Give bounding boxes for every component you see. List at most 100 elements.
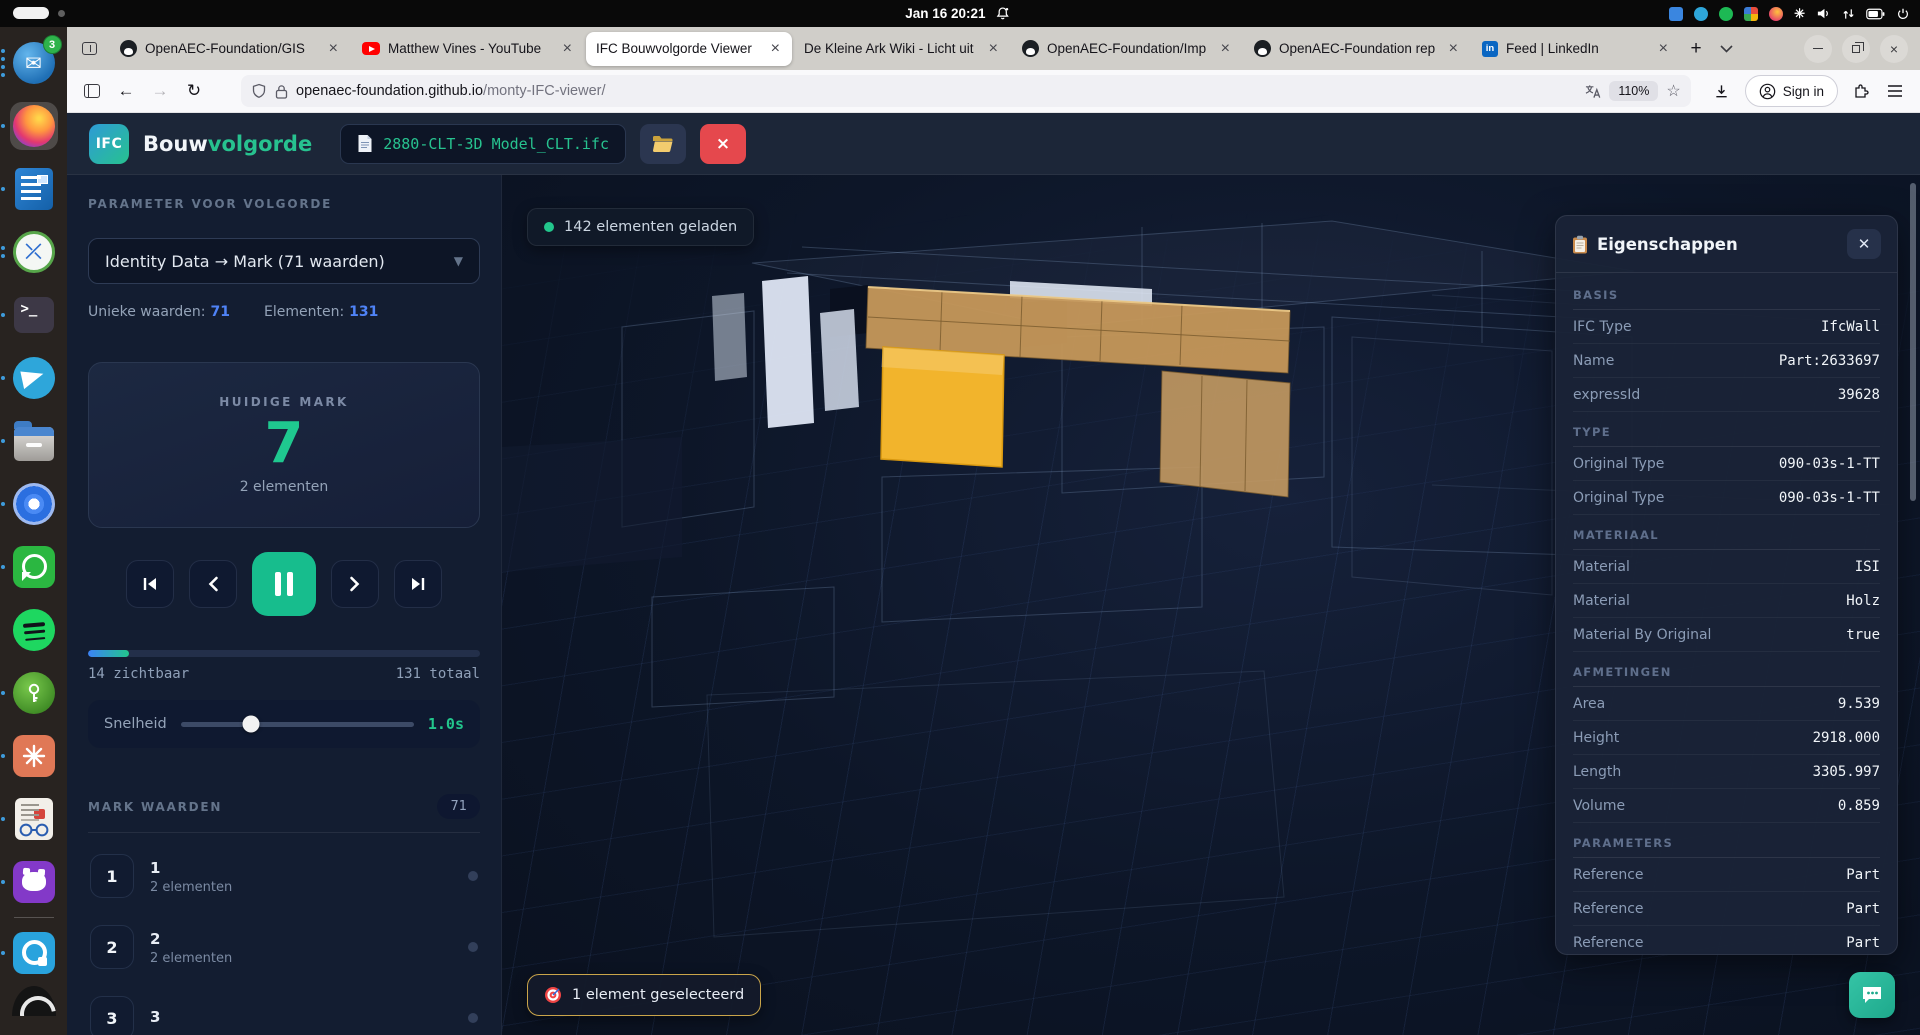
- tab-youtube[interactable]: Matthew Vines - YouTube ×: [352, 32, 584, 66]
- elements-count: Elementen:131: [264, 304, 378, 320]
- system-tray[interactable]: ✳: [1669, 0, 1910, 27]
- page-scrollbar[interactable]: [1910, 183, 1916, 501]
- battery-icon[interactable]: [1866, 8, 1885, 20]
- downloads-button[interactable]: [1705, 75, 1739, 107]
- lock-icon[interactable]: [275, 84, 288, 99]
- mark-item-sub: 2 elementen: [150, 880, 452, 895]
- dock-thunderbird[interactable]: ✉ 3: [10, 39, 58, 87]
- dock-firefox[interactable]: [10, 102, 58, 150]
- selected-element-highlight[interactable]: [881, 347, 1004, 467]
- dock-whatsapp[interactable]: [10, 543, 58, 591]
- tab-close-icon[interactable]: ×: [987, 40, 1000, 58]
- firefox-view-button[interactable]: [73, 34, 105, 64]
- tray-spotify-icon[interactable]: [1719, 7, 1733, 21]
- system-clock[interactable]: Jan 16 20:21: [905, 0, 1010, 27]
- dock-telegram[interactable]: [10, 354, 58, 402]
- tray-grid-icon[interactable]: [1744, 7, 1758, 21]
- tab-linkedin[interactable]: Feed | LinkedIn ×: [1472, 32, 1680, 66]
- chat-widget-button[interactable]: [1849, 972, 1895, 1018]
- sidebar-toggle-button[interactable]: [75, 75, 109, 107]
- mark-list-item-1[interactable]: 1 12 elementen: [88, 848, 480, 904]
- forward-button[interactable]: →: [143, 75, 177, 107]
- parameter-dropdown[interactable]: Identity Data → Mark (71 waarden) ▼: [88, 238, 480, 284]
- mark-list-item-2[interactable]: 2 22 elementen: [88, 919, 480, 975]
- translate-icon[interactable]: [1584, 84, 1601, 99]
- close-file-button[interactable]: ×: [700, 124, 746, 164]
- playback-controls: [88, 552, 480, 616]
- dock-keepassxc[interactable]: [10, 669, 58, 717]
- tab-ifc-viewer-active[interactable]: IFC Bouwvolgorde Viewer ×: [586, 32, 792, 66]
- properties-close-button[interactable]: ✕: [1847, 229, 1881, 259]
- pause-icon: [275, 572, 293, 596]
- tab-close-icon[interactable]: ×: [327, 40, 340, 58]
- bookmark-star-icon[interactable]: ☆: [1666, 81, 1680, 101]
- activities-indicator[interactable]: [13, 7, 65, 19]
- network-arrows-icon[interactable]: [1842, 7, 1855, 21]
- sign-in-button[interactable]: Sign in: [1745, 75, 1838, 107]
- tab-close-icon[interactable]: ×: [1447, 40, 1460, 58]
- skip-to-end-button[interactable]: [394, 560, 442, 608]
- chat-bubble-icon: [1860, 983, 1884, 1007]
- property-row: Volume0.859: [1573, 789, 1880, 823]
- tab-close-icon[interactable]: ×: [769, 40, 782, 58]
- url-text[interactable]: openaec-foundation.github.io/monty-IFC-v…: [296, 83, 1576, 99]
- tab-close-icon[interactable]: ×: [1657, 40, 1670, 58]
- menu-button[interactable]: [1878, 75, 1912, 107]
- section-title: TYPE: [1573, 425, 1880, 447]
- workspace-dot: [58, 10, 65, 17]
- skip-to-start-button[interactable]: [126, 560, 174, 608]
- restore-button[interactable]: [1842, 35, 1870, 63]
- dock-terminal[interactable]: >_: [10, 291, 58, 339]
- tray-telegram-icon[interactable]: [1694, 7, 1708, 21]
- open-file-button[interactable]: [640, 124, 686, 164]
- shield-icon[interactable]: [251, 83, 267, 99]
- url-bar[interactable]: openaec-foundation.github.io/monty-IFC-v…: [241, 75, 1691, 107]
- dock-chromium[interactable]: [10, 480, 58, 528]
- dock-chat-app[interactable]: [10, 929, 58, 977]
- speed-slider-thumb[interactable]: [242, 716, 259, 733]
- tab-close-icon[interactable]: ×: [1219, 40, 1232, 58]
- dock-files[interactable]: [10, 417, 58, 465]
- properties-body: BASIS IFC TypeIfcWall NamePart:2633697 e…: [1556, 273, 1897, 955]
- mark-list-item-3[interactable]: 3 3: [88, 990, 480, 1035]
- dock-partial-icon[interactable]: [12, 986, 56, 1016]
- property-row: Original Type090-03s-1-TT: [1573, 481, 1880, 515]
- tab-openaec-gis[interactable]: OpenAEC-Foundation/GIS ×: [110, 32, 350, 66]
- tab-close-icon[interactable]: ×: [561, 40, 574, 58]
- property-row: ReferencePart: [1573, 858, 1880, 892]
- dock-claude[interactable]: [10, 732, 58, 780]
- next-button[interactable]: [331, 560, 379, 608]
- previous-button[interactable]: [189, 560, 237, 608]
- reload-button[interactable]: ↻: [177, 75, 211, 107]
- dock-libreoffice-impress[interactable]: [10, 165, 58, 213]
- tab-openaec-rep[interactable]: OpenAEC-Foundation rep ×: [1244, 32, 1470, 66]
- dock-reader[interactable]: [10, 795, 58, 843]
- volume-icon[interactable]: [1816, 6, 1831, 21]
- mark-item-title: 1: [150, 859, 160, 877]
- tray-firefox-icon[interactable]: [1769, 7, 1783, 21]
- extensions-button[interactable]: [1844, 75, 1878, 107]
- power-icon[interactable]: [1896, 7, 1910, 21]
- list-all-tabs-button[interactable]: [1711, 34, 1741, 64]
- tab-openaec-imp[interactable]: OpenAEC-Foundation/Imp ×: [1012, 32, 1242, 66]
- minimize-button[interactable]: [1804, 35, 1832, 63]
- window-close-button[interactable]: ×: [1880, 35, 1908, 63]
- zoom-level-badge[interactable]: 110%: [1609, 81, 1658, 101]
- new-tab-button[interactable]: +: [1681, 34, 1711, 64]
- properties-title: Eigenschappen: [1572, 235, 1738, 254]
- speed-control: Snelheid 1.0s: [88, 700, 480, 748]
- tray-app-indicator-blue[interactable]: [1669, 7, 1683, 21]
- property-row: Height2918.000: [1573, 721, 1880, 755]
- tab-kleine-ark-wiki[interactable]: De Kleine Ark Wiki - Licht uit ×: [794, 32, 1010, 66]
- dock-remote-desktop[interactable]: ⤫: [10, 228, 58, 276]
- sequence-progress-bar[interactable]: [88, 650, 480, 657]
- dock-github-desktop[interactable]: [10, 858, 58, 906]
- tray-asterisk-icon[interactable]: ✳: [1794, 7, 1805, 21]
- back-button[interactable]: ←: [109, 75, 143, 107]
- dock-spotify[interactable]: [10, 606, 58, 654]
- parameter-section-label: PARAMETER VOOR VOLGORDE: [88, 197, 480, 211]
- elements-loaded-text: 142 elementen geladen: [564, 219, 737, 235]
- pause-button[interactable]: [252, 552, 316, 616]
- viewport-3d[interactable]: 142 elementen geladen 1 element geselect…: [502, 175, 1920, 1035]
- speed-slider[interactable]: [181, 722, 414, 727]
